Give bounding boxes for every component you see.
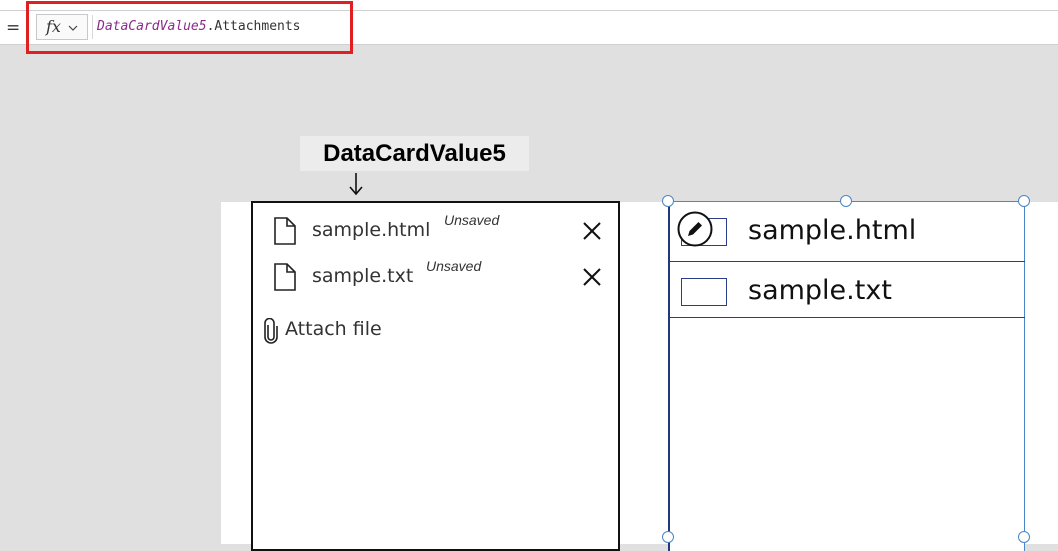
gallery-item-text: sample.html — [748, 215, 917, 246]
file-icon — [274, 217, 296, 245]
attach-file-label: Attach file — [285, 318, 382, 340]
attachment-row: sample.txt Unsaved — [253, 258, 618, 297]
gallery-item[interactable]: sample.html — [670, 202, 1025, 262]
gallery-item-text: sample.txt — [748, 275, 892, 306]
paperclip-icon — [264, 318, 278, 344]
formula-highlight-box — [26, 1, 353, 54]
close-icon[interactable] — [581, 220, 603, 242]
selection-handle[interactable] — [662, 195, 674, 207]
file-icon — [274, 263, 296, 291]
attachment-name[interactable]: sample.html — [312, 219, 430, 241]
attachments-control[interactable]: sample.html Unsaved sample.txt Unsaved A… — [251, 201, 620, 551]
selection-handle[interactable] — [1018, 531, 1030, 543]
gallery-image — [681, 278, 727, 306]
control-name-callout: DataCardValue5 — [300, 136, 529, 171]
selection-handle[interactable] — [1018, 195, 1030, 207]
edit-icon[interactable] — [676, 210, 714, 248]
down-arrow-icon — [349, 173, 363, 196]
equals-sign: = — [6, 18, 21, 38]
selection-handle[interactable] — [662, 531, 674, 543]
attach-file-button[interactable]: Attach file — [263, 317, 403, 345]
selection-handle[interactable] — [840, 195, 852, 207]
attachment-status: Unsaved — [444, 212, 500, 228]
attachment-status: Unsaved — [426, 258, 482, 274]
attachment-row: sample.html Unsaved — [253, 212, 618, 251]
gallery-item[interactable]: sample.txt — [670, 258, 1025, 318]
gallery[interactable]: sample.html sample.txt — [668, 201, 1025, 551]
close-icon[interactable] — [581, 266, 603, 288]
attachment-name[interactable]: sample.txt — [312, 265, 413, 287]
